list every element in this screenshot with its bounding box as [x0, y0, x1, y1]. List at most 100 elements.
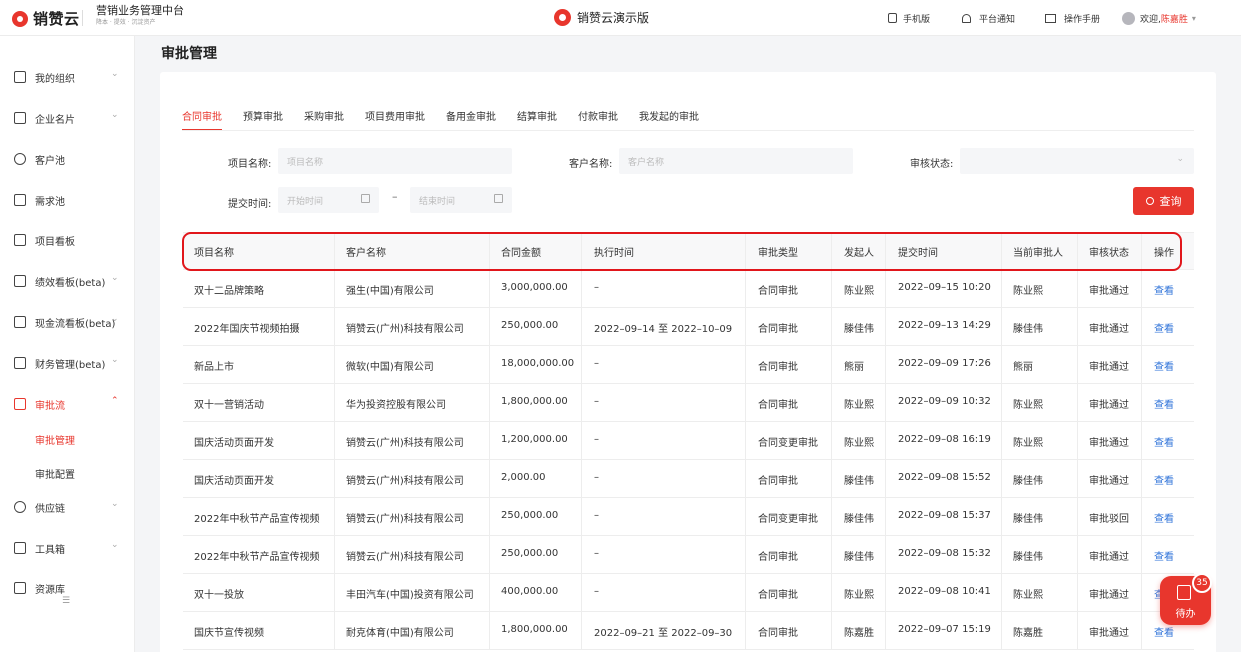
sidebar-item-approval-flow[interactable]: 审批流 ⌃: [0, 394, 135, 414]
view-link[interactable]: 查看: [1154, 510, 1174, 525]
column-divider: [745, 422, 746, 460]
table-row[interactable]: 新品上市 微软(中国)有限公司 18,000,000.00 – 合同审批 熊丽 2022–0…: [183, 346, 1194, 384]
column-divider: [489, 270, 490, 308]
column-divider: [885, 270, 886, 308]
sidebar-item-toolbox[interactable]: 工具箱 ⌄: [0, 538, 135, 558]
sidebar-item-project-board[interactable]: 项目看板: [0, 230, 135, 250]
table-row[interactable]: 2022年中秋节产品宣传视频 销赞云(广州)科技有限公司 250,000.00 – 合同…: [183, 498, 1194, 536]
table-row[interactable]: 双十二品牌策略 强生(中国)有限公司 3,000,000.00 – 合同审批 陈业熙 202…: [183, 270, 1194, 308]
sidebar-item-customer-pool[interactable]: 客户池: [0, 149, 135, 169]
sidebar-item-cashflow-board[interactable]: 现金流看板(beta) ⌄: [0, 312, 135, 332]
table-row[interactable]: 2022年中秋节产品宣传视频 销赞云(广州)科技有限公司 250,000.00 – 合同…: [183, 536, 1194, 574]
start-date-input[interactable]: 开始时间: [278, 187, 379, 213]
view-link[interactable]: 查看: [1154, 358, 1174, 373]
table-cell-current-approver: 陈嘉胜: [1013, 628, 1043, 639]
tab-contract-approval[interactable]: 合同审批: [182, 108, 222, 131]
customer-name-input[interactable]: 客户名称: [619, 148, 853, 174]
sidebar-item-resources[interactable]: 资源库: [0, 578, 135, 598]
user-menu[interactable]: 欢迎, 陈嘉胜 ▾: [1122, 0, 1196, 36]
view-link[interactable]: 查看: [1154, 396, 1174, 411]
table-row[interactable]: 双十一投放 丰田汽车(中国)投资有限公司 400,000.00 – 合同审批 陈业熙 202…: [183, 574, 1194, 612]
tab-payment-approval[interactable]: 付款审批: [578, 108, 618, 131]
building-icon: [14, 112, 26, 124]
page-title: 审批管理: [161, 46, 217, 62]
table-cell-approval-type: 合同审批: [758, 324, 798, 335]
status-label: 审核状态:: [910, 159, 954, 170]
sidebar-subitem-approval-config[interactable]: 审批配置: [35, 466, 75, 481]
view-link[interactable]: 查看: [1154, 548, 1174, 563]
tab-my-initiated[interactable]: 我发起的审批: [639, 108, 699, 131]
sidebar-subitem-approval-management[interactable]: 审批管理: [35, 432, 75, 447]
tab-purchase-approval[interactable]: 采购审批: [304, 108, 344, 131]
todo-count-badge: 35: [1192, 573, 1212, 593]
todo-float-button[interactable]: 待办 35: [1160, 573, 1212, 625]
column-divider: [1141, 536, 1142, 574]
brand-logo[interactable]: 销赞云: [12, 8, 80, 29]
table-cell-initiator: 陈嘉胜: [844, 628, 874, 639]
sidebar-item-label: 项目看板: [35, 237, 75, 248]
table-cell-project-name: 双十二品牌策略: [194, 286, 264, 297]
column-divider: [745, 460, 746, 498]
table-cell-contract-amount: 1,200,000.00: [501, 434, 568, 445]
table-cell-submit-time: 2022–09–08 10:41: [898, 586, 991, 597]
table-cell-project-name: 新品上市: [194, 362, 234, 373]
column-divider: [334, 384, 335, 422]
calendar-icon: [361, 194, 370, 203]
column-divider: [489, 536, 490, 574]
status-select[interactable]: ⌄: [960, 148, 1194, 174]
mobile-link[interactable]: 手机版: [888, 0, 930, 36]
column-divider: [581, 498, 582, 536]
project-name-input[interactable]: 项目名称: [278, 148, 512, 174]
table-row[interactable]: 国庆活动页面开发 销赞云(广州)科技有限公司 1,200,000.00 – 合同变更审批…: [183, 422, 1194, 460]
table-cell-execution-time: –: [594, 434, 599, 445]
table-cell-submit-time: 2022–09–08 16:19: [898, 434, 991, 445]
table-cell-execution-time: –: [594, 510, 599, 521]
manual-link[interactable]: 操作手册: [1045, 0, 1100, 36]
sidebar-item-demand-pool[interactable]: 需求池: [0, 190, 135, 210]
sidebar-item-supply-chain[interactable]: 供应链 ⌄: [0, 497, 135, 517]
end-date-placeholder: 结束时间: [419, 197, 456, 207]
column-divider: [1141, 612, 1142, 650]
tab-petty-cash-approval[interactable]: 备用金审批: [446, 108, 496, 131]
network-icon: [14, 501, 26, 513]
column-divider: [1077, 536, 1078, 574]
tab-project-expense-approval[interactable]: 项目费用审批: [365, 108, 425, 131]
view-link[interactable]: 查看: [1154, 282, 1174, 297]
column-divider: [334, 308, 335, 346]
welcome-text: 欢迎,: [1140, 14, 1161, 25]
query-button[interactable]: 查询: [1133, 187, 1194, 215]
sidebar-item-organization[interactable]: 我的组织 ⌄: [0, 67, 135, 87]
demo-title-text: 销赞云演示版: [577, 11, 650, 25]
tab-settlement-approval[interactable]: 结算审批: [517, 108, 557, 131]
view-link[interactable]: 查看: [1154, 320, 1174, 335]
book-icon: [1045, 13, 1056, 23]
toolbox-icon: [14, 542, 26, 554]
table-cell-submit-time: 2022–09–07 15:19: [898, 624, 991, 635]
view-link[interactable]: 查看: [1154, 472, 1174, 487]
sidebar-item-finance[interactable]: 财务管理(beta) ⌄: [0, 353, 135, 373]
sidebar-item-business-card[interactable]: 企业名片 ⌄: [0, 108, 135, 128]
column-divider: [1077, 422, 1078, 460]
user-name: 陈嘉胜: [1160, 14, 1188, 25]
table-cell-customer-name: 销赞云(广州)科技有限公司: [346, 514, 464, 525]
table-row[interactable]: 双十一营销活动 华为投资控股有限公司 1,800,000.00 – 合同审批 陈业熙 202…: [183, 384, 1194, 422]
table-row[interactable]: 国庆节宣传视频 耐克体育(中国)有限公司 1,800,000.00 2022–09–2…: [183, 612, 1194, 650]
view-link[interactable]: 查看: [1154, 624, 1174, 639]
table-row[interactable]: 2022年国庆节视频拍摄 销赞云(广州)科技有限公司 250,000.00 2022–…: [183, 308, 1194, 346]
column-divider: [1001, 612, 1002, 650]
column-divider: [885, 346, 886, 384]
table-cell-approval-type: 合同变更审批: [758, 438, 818, 449]
tab-budget-approval[interactable]: 预算审批: [243, 108, 283, 131]
view-link[interactable]: 查看: [1154, 434, 1174, 449]
column-divider: [1001, 460, 1002, 498]
chevron-down-icon: ⌄: [111, 69, 119, 79]
table-row[interactable]: 国庆活动页面开发 销赞云(广州)科技有限公司 2,000.00 – 合同审批 滕佳伟 202…: [183, 460, 1194, 498]
sidebar-item-performance-board[interactable]: 绩效看板(beta) ⌄: [0, 271, 135, 291]
collapse-menu-icon[interactable]: ☰: [62, 596, 70, 606]
column-divider: [831, 612, 832, 650]
end-date-input[interactable]: 结束时间: [410, 187, 512, 213]
table-cell-status: 审批驳回: [1089, 514, 1129, 525]
table-cell-customer-name: 华为投资控股有限公司: [346, 400, 446, 411]
notice-link[interactable]: 平台通知: [962, 0, 1015, 36]
column-divider: [1141, 308, 1142, 346]
